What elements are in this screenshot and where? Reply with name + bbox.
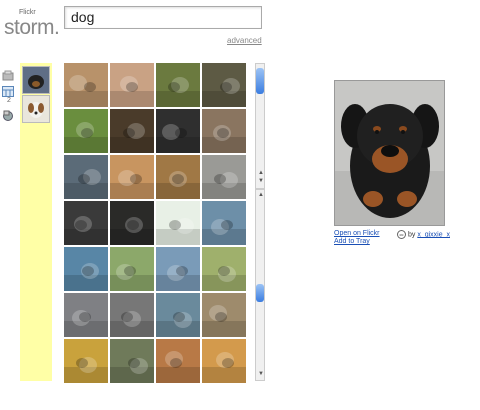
scrollbar-upper[interactable]: ▲ ▼ <box>255 63 265 189</box>
open-on-flickr-link[interactable]: Open on Flickr <box>334 230 380 237</box>
scroll-thumb-upper[interactable] <box>256 68 264 94</box>
photo-thumbnail[interactable] <box>110 155 154 199</box>
preview-image[interactable] <box>334 80 445 226</box>
photo-thumbnail[interactable] <box>110 293 154 337</box>
scroll-down-arrow-icon[interactable]: ▼ <box>257 178 265 184</box>
photo-thumbnail[interactable] <box>156 155 200 199</box>
photo-thumbnail[interactable] <box>64 155 108 199</box>
photo-thumbnail[interactable] <box>110 63 154 107</box>
scroll-thumb-lower[interactable] <box>256 284 264 302</box>
side-toolbar: 2 <box>2 68 16 124</box>
tray-thumb-1[interactable] <box>22 66 50 94</box>
photo-thumbnail[interactable] <box>156 293 200 337</box>
preview-links: Open on Flickr Add to Tray <box>334 230 380 246</box>
photo-thumbnail[interactable] <box>202 109 246 153</box>
photo-thumbnail[interactable] <box>64 109 108 153</box>
photo-thumbnail[interactable] <box>110 201 154 245</box>
photo-thumbnail[interactable] <box>64 201 108 245</box>
photo-thumbnail[interactable] <box>64 339 108 383</box>
tray-tool-icon[interactable] <box>2 108 14 121</box>
author-credit: cc by x_gixxie_x <box>397 230 450 239</box>
logo-storm-text: storm. <box>4 16 60 39</box>
photo-thumbnail[interactable] <box>110 339 154 383</box>
add-to-tray-link[interactable]: Add to Tray <box>334 238 380 245</box>
photo-thumbnail[interactable] <box>156 201 200 245</box>
tray-thumb-2[interactable] <box>22 95 50 123</box>
photo-thumbnail[interactable] <box>110 247 154 291</box>
author-link[interactable]: x_gixxie_x <box>417 231 450 238</box>
logo-flickr-text: Flickr <box>19 9 36 16</box>
photo-thumbnail[interactable] <box>110 109 154 153</box>
photo-thumbnail[interactable] <box>64 293 108 337</box>
photo-thumbnail[interactable] <box>202 293 246 337</box>
photo-thumbnail[interactable] <box>202 201 246 245</box>
advanced-link[interactable]: advanced <box>227 36 262 45</box>
clear-tray-icon[interactable] <box>2 68 14 81</box>
photo-grid <box>64 63 252 383</box>
scroll-up-arrow-icon[interactable]: ▲ <box>257 170 265 176</box>
by-label: by <box>407 231 416 239</box>
tray-grid-icon[interactable] <box>2 84 14 97</box>
flickr-storm-logo: Flickr storm. <box>4 6 60 42</box>
tray-column <box>20 63 52 381</box>
creative-commons-icon: cc <box>397 230 406 239</box>
scrollbar-lower[interactable]: ▲ ▼ <box>255 189 265 381</box>
photo-thumbnail[interactable] <box>156 339 200 383</box>
search-input[interactable]: dog <box>64 6 262 29</box>
scroll-up-arrow-icon[interactable]: ▲ <box>257 192 265 198</box>
photo-thumbnail[interactable] <box>202 339 246 383</box>
photo-thumbnail[interactable] <box>156 247 200 291</box>
photo-thumbnail[interactable] <box>202 247 246 291</box>
photo-thumbnail[interactable] <box>64 63 108 107</box>
photo-thumbnail[interactable] <box>64 247 108 291</box>
photo-thumbnail[interactable] <box>156 109 200 153</box>
tray-count: 2 <box>7 97 11 104</box>
photo-thumbnail[interactable] <box>202 155 246 199</box>
photo-thumbnail[interactable] <box>202 63 246 107</box>
scroll-down-arrow-icon[interactable]: ▼ <box>257 371 265 377</box>
photo-thumbnail[interactable] <box>156 63 200 107</box>
